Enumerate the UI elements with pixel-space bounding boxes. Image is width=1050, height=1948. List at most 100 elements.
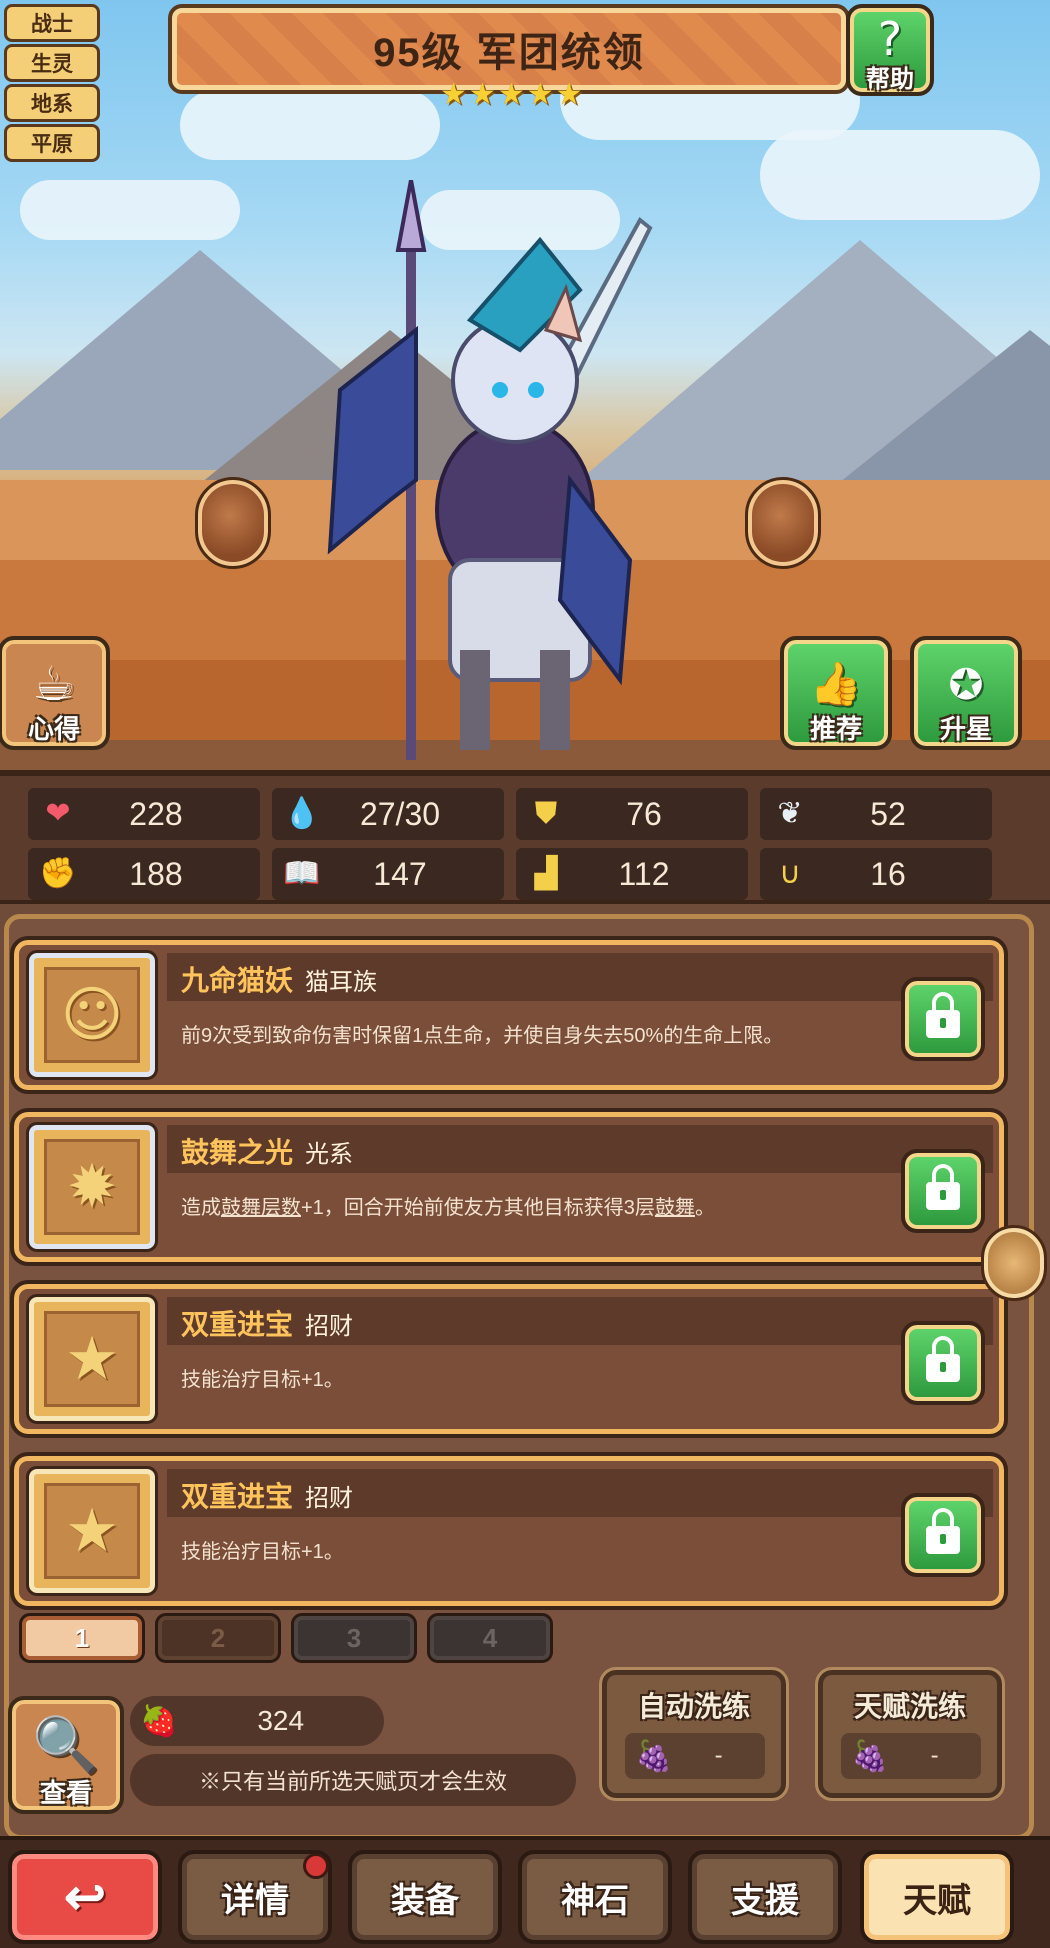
page-tab-1[interactable]: 1 xyxy=(19,1613,145,1663)
stat-value: 188 xyxy=(129,855,183,892)
nav-equipment[interactable]: 装备 xyxy=(348,1850,502,1944)
talent-type: 招财 xyxy=(305,1485,354,1512)
cost-value: - xyxy=(714,1742,723,1769)
talent-page-tabs: 1 2 3 4 xyxy=(0,1608,560,1668)
view-button[interactable]: 🔍 查看 xyxy=(8,1696,124,1814)
page-tab-4[interactable]: 4 xyxy=(427,1613,553,1663)
notes-button[interactable]: ☕ 心得 xyxy=(0,636,110,750)
star-icon: ★ xyxy=(555,77,583,112)
talent-description: 造成鼓舞层数+1，回合开始前使友方其他目标获得3层鼓舞。 xyxy=(167,1181,897,1220)
talent-icon-frame: ★ xyxy=(26,1294,158,1424)
stat-value: 228 xyxy=(129,795,183,832)
cloud xyxy=(20,180,240,240)
back-button[interactable]: ↩ xyxy=(8,1850,162,1944)
help-label: 帮助 xyxy=(866,66,914,93)
talent-header: 双重进宝 招财 xyxy=(167,1469,993,1517)
notes-label: 心得 xyxy=(27,714,80,744)
talent-header: 双重进宝 招财 xyxy=(167,1297,993,1345)
cloud xyxy=(180,90,440,160)
reroll-cost: 🍇 - xyxy=(841,1733,981,1779)
star-icon: ★ xyxy=(526,77,554,112)
star-icon: ★ xyxy=(440,77,467,112)
star-rating: ★ ★ ★ ★ ★ xyxy=(440,80,583,110)
page-tab-3[interactable]: 3 xyxy=(291,1613,417,1663)
stat-value: 52 xyxy=(870,795,906,832)
description-text: +1，回合开始前使友方其他目标获得3层 xyxy=(301,1197,655,1219)
hero-scene: 战士 生灵 地系 平原 95级 军团统领 ★ ★ ★ ★ ★ ? 帮助 ☕ 心得… xyxy=(0,0,1050,770)
stat-defense: ⛊ 76 xyxy=(516,788,748,840)
upstar-button[interactable]: ✪ 升星 xyxy=(910,636,1022,750)
lock-button[interactable] xyxy=(901,1493,985,1577)
hero-tag-class: 战士 xyxy=(4,4,100,42)
prev-hero-arrow[interactable] xyxy=(195,477,271,569)
nav-label: 详情 xyxy=(221,1881,289,1920)
description-text: 造成 xyxy=(181,1197,221,1219)
cat-head-icon: ☺ xyxy=(44,967,140,1063)
sun-icon: ✹ xyxy=(44,1139,140,1235)
boot-icon: ▟ xyxy=(534,856,558,891)
talent-card[interactable]: ☺ 九命猫妖 猫耳族 前9次受到致命伤害时保留1点生命，并使自身失去50%的生命… xyxy=(10,936,1008,1094)
notification-dot xyxy=(303,1853,329,1879)
star-up-icon: ✪ xyxy=(948,659,984,709)
talent-card[interactable]: ★ 双重进宝 招财 技能治疗目标+1。 xyxy=(10,1452,1008,1610)
currency-display: 🍓 324 xyxy=(130,1696,384,1746)
hero-tag-element: 地系 xyxy=(4,84,100,122)
hero-tag-race: 生灵 xyxy=(4,44,100,82)
lock-icon xyxy=(926,1508,960,1554)
wing-icon: ❦ xyxy=(777,796,803,831)
stat-speed: ❦ 52 xyxy=(760,788,992,840)
reroll-cost: 🍇 - xyxy=(625,1733,765,1779)
stat-value: 76 xyxy=(626,795,662,832)
talent-reroll-label: 天赋洗练 xyxy=(853,1691,966,1722)
hero-character xyxy=(327,180,653,760)
talent-card[interactable]: ✹ 鼓舞之光 光系 造成鼓舞层数+1，回合开始前使友方其他目标获得3层鼓舞。 xyxy=(10,1108,1008,1266)
nav-stone[interactable]: 神石 xyxy=(518,1850,672,1944)
stat-luck: ∪ 16 xyxy=(760,848,992,900)
talent-icon-frame: ✹ xyxy=(26,1122,158,1252)
lock-icon xyxy=(926,1164,960,1210)
book-icon: 📖 xyxy=(283,856,321,891)
keyword-link[interactable]: 鼓舞 xyxy=(655,1197,695,1219)
star-exclaim-icon: ★ xyxy=(44,1311,140,1407)
recommend-button[interactable]: 👍 推荐 xyxy=(780,636,892,750)
cloud xyxy=(760,130,1040,220)
description-text: 。 xyxy=(694,1197,715,1219)
lock-button[interactable] xyxy=(901,1321,985,1405)
page-tab-2[interactable]: 2 xyxy=(155,1613,281,1663)
hero-tag-terrain: 平原 xyxy=(4,124,100,162)
next-hero-arrow[interactable] xyxy=(745,477,821,569)
nav-support[interactable]: 支援 xyxy=(688,1850,842,1944)
keyword-link[interactable]: 鼓舞层数 xyxy=(221,1197,301,1219)
nav-label: 天赋 xyxy=(903,1881,971,1920)
description-text: 技能治疗目标+1。 xyxy=(181,1369,344,1391)
question-mark-icon: ? xyxy=(877,12,903,66)
talent-description: 前9次受到致命伤害时保留1点生命，并使自身失去50%的生命上限。 xyxy=(167,1009,897,1048)
nav-talent[interactable]: 天赋 xyxy=(860,1850,1014,1944)
talent-reroll-button[interactable]: 天赋洗练 🍇 - xyxy=(815,1667,1005,1801)
upstar-label: 升星 xyxy=(939,714,992,744)
side-scroll-handle[interactable] xyxy=(981,1225,1047,1301)
lock-button[interactable] xyxy=(901,1149,985,1233)
nav-label: 支援 xyxy=(731,1881,799,1920)
star-icon: ★ xyxy=(497,77,525,112)
mountain xyxy=(830,330,1050,490)
horseshoe-icon: ∪ xyxy=(779,856,801,891)
talent-header: 鼓舞之光 光系 xyxy=(167,1125,993,1173)
talent-name: 九命猫妖 xyxy=(181,965,294,996)
stat-magic: 📖 147 xyxy=(272,848,504,900)
cost-value: - xyxy=(930,1742,939,1769)
auto-reroll-button[interactable]: 自动洗练 🍇 - xyxy=(599,1667,789,1801)
help-button[interactable]: ? 帮助 xyxy=(846,4,934,96)
lock-button[interactable] xyxy=(901,977,985,1061)
nav-details[interactable]: 详情 xyxy=(178,1850,332,1944)
stat-value: 147 xyxy=(373,855,427,892)
talent-name: 双重进宝 xyxy=(181,1481,294,1512)
star-icon: ★ xyxy=(468,77,496,112)
talent-card[interactable]: ★ 双重进宝 招财 技能治疗目标+1。 xyxy=(10,1280,1008,1438)
nav-label: 神石 xyxy=(561,1881,629,1920)
notes-icon: ☕ xyxy=(32,656,76,712)
auto-reroll-label: 自动洗练 xyxy=(637,1691,750,1722)
talent-icon-frame: ☺ xyxy=(26,950,158,1080)
star-exclaim-icon: ★ xyxy=(44,1483,140,1579)
lock-icon xyxy=(926,992,960,1038)
